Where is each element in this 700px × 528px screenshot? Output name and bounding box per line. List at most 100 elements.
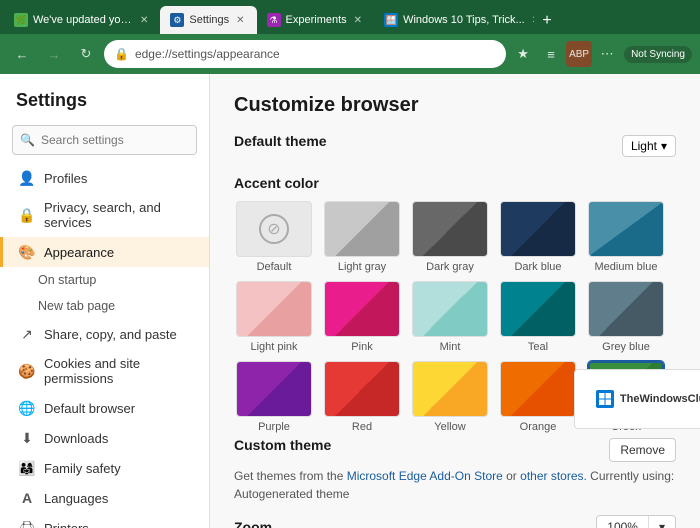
sidebar-item-printers[interactable]: 🖨 Printers (0, 513, 209, 528)
sidebar-item-default-browser[interactable]: 🌐 Default browser (0, 393, 209, 423)
tab-close-icon[interactable]: ✕ (530, 14, 534, 27)
browser-actions: ★ ≡ ABP ⋯ (510, 41, 620, 67)
content-area: Customize browser Default theme Light ▾ … (210, 74, 700, 528)
tab-close-icon[interactable]: ✕ (234, 14, 246, 27)
sidebar-item-appearance[interactable]: 🎨 Appearance (0, 237, 209, 267)
theme-section-label: Default theme (234, 133, 327, 149)
zoom-control: 100% ▾ (596, 515, 676, 528)
color-item-pink[interactable]: Pink (322, 281, 402, 353)
remove-button[interactable]: Remove (609, 438, 676, 462)
color-item-mint[interactable]: Mint (410, 281, 490, 353)
new-tab-button[interactable]: + (534, 8, 560, 34)
default-inner: ⊘ (259, 214, 289, 244)
color-item-orange[interactable]: Orange (498, 361, 578, 433)
color-item-default[interactable]: ⊘ Default (234, 201, 314, 273)
color-label-red: Red (352, 421, 372, 433)
tab-bar: 🌿 We've updated you to t... ✕ ⚙ Settings… (0, 0, 700, 34)
color-item-dark-blue[interactable]: Dark blue (498, 201, 578, 273)
not-syncing-badge[interactable]: Not Syncing (624, 46, 692, 63)
browser-window: 🌿 We've updated you to t... ✕ ⚙ Settings… (0, 0, 700, 74)
zoom-label: Zoom (234, 519, 272, 528)
color-item-teal[interactable]: Teal (498, 281, 578, 353)
cookies-icon: 🍪 (19, 363, 35, 379)
color-swatch-orange (500, 361, 576, 417)
sidebar-label: Languages (44, 491, 108, 506)
color-item-red[interactable]: Red (322, 361, 402, 433)
color-item-light-pink[interactable]: Light pink (234, 281, 314, 353)
tab-label: Settings (189, 14, 229, 26)
sidebar-item-on-startup[interactable]: On startup (0, 267, 209, 293)
theme-row: Default theme Light ▾ (234, 133, 676, 159)
sidebar-item-cookies[interactable]: 🍪 Cookies and site permissions (0, 349, 209, 393)
custom-theme-header: Custom theme Remove (234, 437, 676, 463)
sidebar-label: Share, copy, and paste (44, 327, 177, 342)
other-stores-link[interactable]: other stores (520, 469, 583, 483)
tab-we-updated[interactable]: 🌿 We've updated you to t... ✕ (4, 6, 160, 34)
tab-windows-tips[interactable]: 🪟 Windows 10 Tips, Trick... ✕ (374, 6, 534, 34)
tab-label: Windows 10 Tips, Trick... (403, 14, 525, 26)
color-label-orange: Orange (520, 421, 557, 433)
address-text: edge://settings/appearance (135, 47, 280, 61)
edge-addon-store-link[interactable]: Microsoft Edge Add-On Store (347, 469, 503, 483)
color-label-dark-blue: Dark blue (514, 261, 561, 273)
share-icon: ↗ (19, 326, 35, 342)
color-item-dark-gray[interactable]: Dark gray (410, 201, 490, 273)
tab-close-icon[interactable]: ✕ (352, 14, 364, 27)
theme-dropdown[interactable]: Light ▾ (622, 135, 676, 157)
more-actions-button[interactable]: ⋯ (594, 41, 620, 67)
color-label-grey-blue: Grey blue (602, 341, 650, 353)
color-swatch-light-gray (324, 201, 400, 257)
page-title: Customize browser (234, 94, 676, 117)
sidebar-item-profiles[interactable]: 👤 Profiles (0, 163, 209, 193)
color-swatch-purple (236, 361, 312, 417)
tab-close-icon[interactable]: ✕ (138, 14, 150, 27)
color-label-light-pink: Light pink (250, 341, 297, 353)
color-swatch-teal (500, 281, 576, 337)
tab-settings[interactable]: ⚙ Settings ✕ (160, 6, 256, 34)
back-button[interactable]: ← (8, 40, 36, 68)
address-box[interactable]: 🔒 edge://settings/appearance (104, 40, 506, 68)
windows-club-text: TheWindowsClub (620, 393, 700, 405)
zoom-section: Zoom 100% ▾ (234, 515, 676, 528)
forward-button[interactable]: → (40, 40, 68, 68)
color-swatch-mint (412, 281, 488, 337)
sidebar-item-downloads[interactable]: ⬇ Downloads (0, 423, 209, 453)
custom-theme-section: Custom theme Remove Get themes from the … (234, 437, 676, 503)
sidebar-item-languages[interactable]: A Languages (0, 483, 209, 513)
color-item-grey-blue[interactable]: Grey blue (586, 281, 666, 353)
sidebar-item-new-tab[interactable]: New tab page (0, 293, 209, 319)
color-label-teal: Teal (528, 341, 548, 353)
browser-icon: 🌐 (19, 400, 35, 416)
color-item-yellow[interactable]: Yellow (410, 361, 490, 433)
custom-theme-label: Custom theme (234, 437, 331, 453)
chevron-down-icon: ▾ (648, 516, 675, 528)
languages-icon: A (19, 490, 35, 506)
adblock-button[interactable]: ABP (566, 41, 592, 67)
refresh-button[interactable]: ↻ (72, 40, 100, 68)
tab-experiments[interactable]: ⚗ Experiments ✕ (257, 6, 375, 34)
sidebar-item-privacy[interactable]: 🔒 Privacy, search, and services (0, 193, 209, 237)
color-label-light-gray: Light gray (338, 261, 386, 273)
color-item-light-gray[interactable]: Light gray (322, 201, 402, 273)
favorites-button[interactable]: ★ (510, 41, 536, 67)
color-swatch-dark-gray (412, 201, 488, 257)
sidebar-item-share[interactable]: ↗ Share, copy, and paste (0, 319, 209, 349)
sidebar-item-family[interactable]: 👨‍👩‍👧 Family safety (0, 453, 209, 483)
color-item-medium-blue[interactable]: Medium blue (586, 201, 666, 273)
search-input[interactable] (12, 125, 197, 155)
family-icon: 👨‍👩‍👧 (19, 460, 35, 476)
color-label-pink: Pink (351, 341, 372, 353)
color-item-purple[interactable]: Purple (234, 361, 314, 433)
tab-label: We've updated you to t... (33, 14, 133, 26)
appearance-icon: 🎨 (19, 244, 35, 260)
sidebar-label: Family safety (44, 461, 121, 476)
windows-flag-icon (596, 390, 614, 408)
color-swatch-dark-blue (500, 201, 576, 257)
zoom-value: 100% (597, 516, 648, 528)
tab-label: Experiments (286, 14, 347, 26)
sidebar-label: Default browser (44, 401, 135, 416)
profiles-icon: 👤 (19, 170, 35, 186)
color-swatch-light-pink (236, 281, 312, 337)
color-swatch-red (324, 361, 400, 417)
collections-button[interactable]: ≡ (538, 41, 564, 67)
